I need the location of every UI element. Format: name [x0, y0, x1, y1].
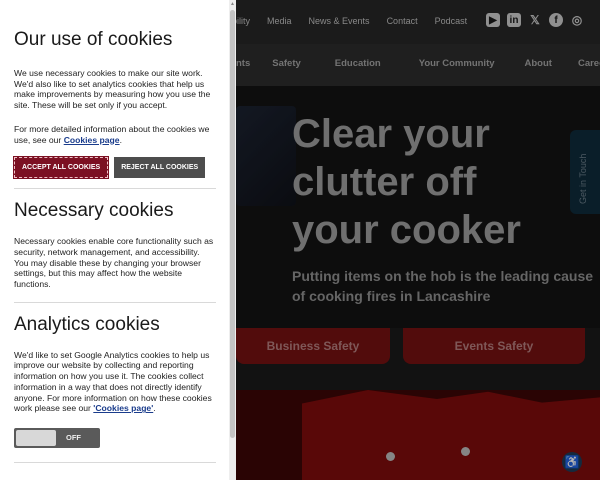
cookies-page-link[interactable]: Cookies page [64, 135, 120, 145]
cookie-more-info: For more detailed information about the … [14, 124, 216, 145]
panel-scrollbar[interactable]: ▲ [229, 0, 236, 480]
accept-all-cookies-button[interactable]: ACCEPT ALL COOKIES [12, 156, 110, 180]
toggle-knob [16, 429, 56, 446]
necessary-cookies-heading: Necessary cookies [14, 200, 174, 222]
section-divider [14, 188, 216, 190]
analytics-cookies-heading: Analytics cookies [14, 313, 160, 335]
analytics-cookies-page-link[interactable]: 'Cookies page' [93, 403, 153, 413]
cookie-panel-title: Our use of cookies [14, 29, 173, 50]
section-divider [14, 461, 216, 463]
cookie-panel: Our use of cookies We use necessary cook… [0, 0, 236, 480]
analytics-cookies-suffix: . [153, 403, 156, 414]
toggle-state-label: OFF [66, 432, 81, 442]
cookie-intro-text: We use necessary cookies to make our sit… [14, 68, 211, 111]
analytics-cookies-text: We'd like to set Google Analytics cookie… [14, 350, 216, 414]
scroll-up-arrow-icon[interactable]: ▲ [230, 1, 235, 7]
scrollbar-thumb[interactable] [230, 10, 235, 438]
necessary-cookies-text: Necessary cookies enable core functional… [14, 236, 214, 290]
reject-all-cookies-button[interactable]: REJECT ALL COOKIES [114, 157, 206, 179]
section-divider [14, 301, 216, 303]
analytics-cookies-toggle[interactable]: OFF [14, 427, 100, 448]
cookie-more-info-suffix: . [119, 134, 122, 145]
